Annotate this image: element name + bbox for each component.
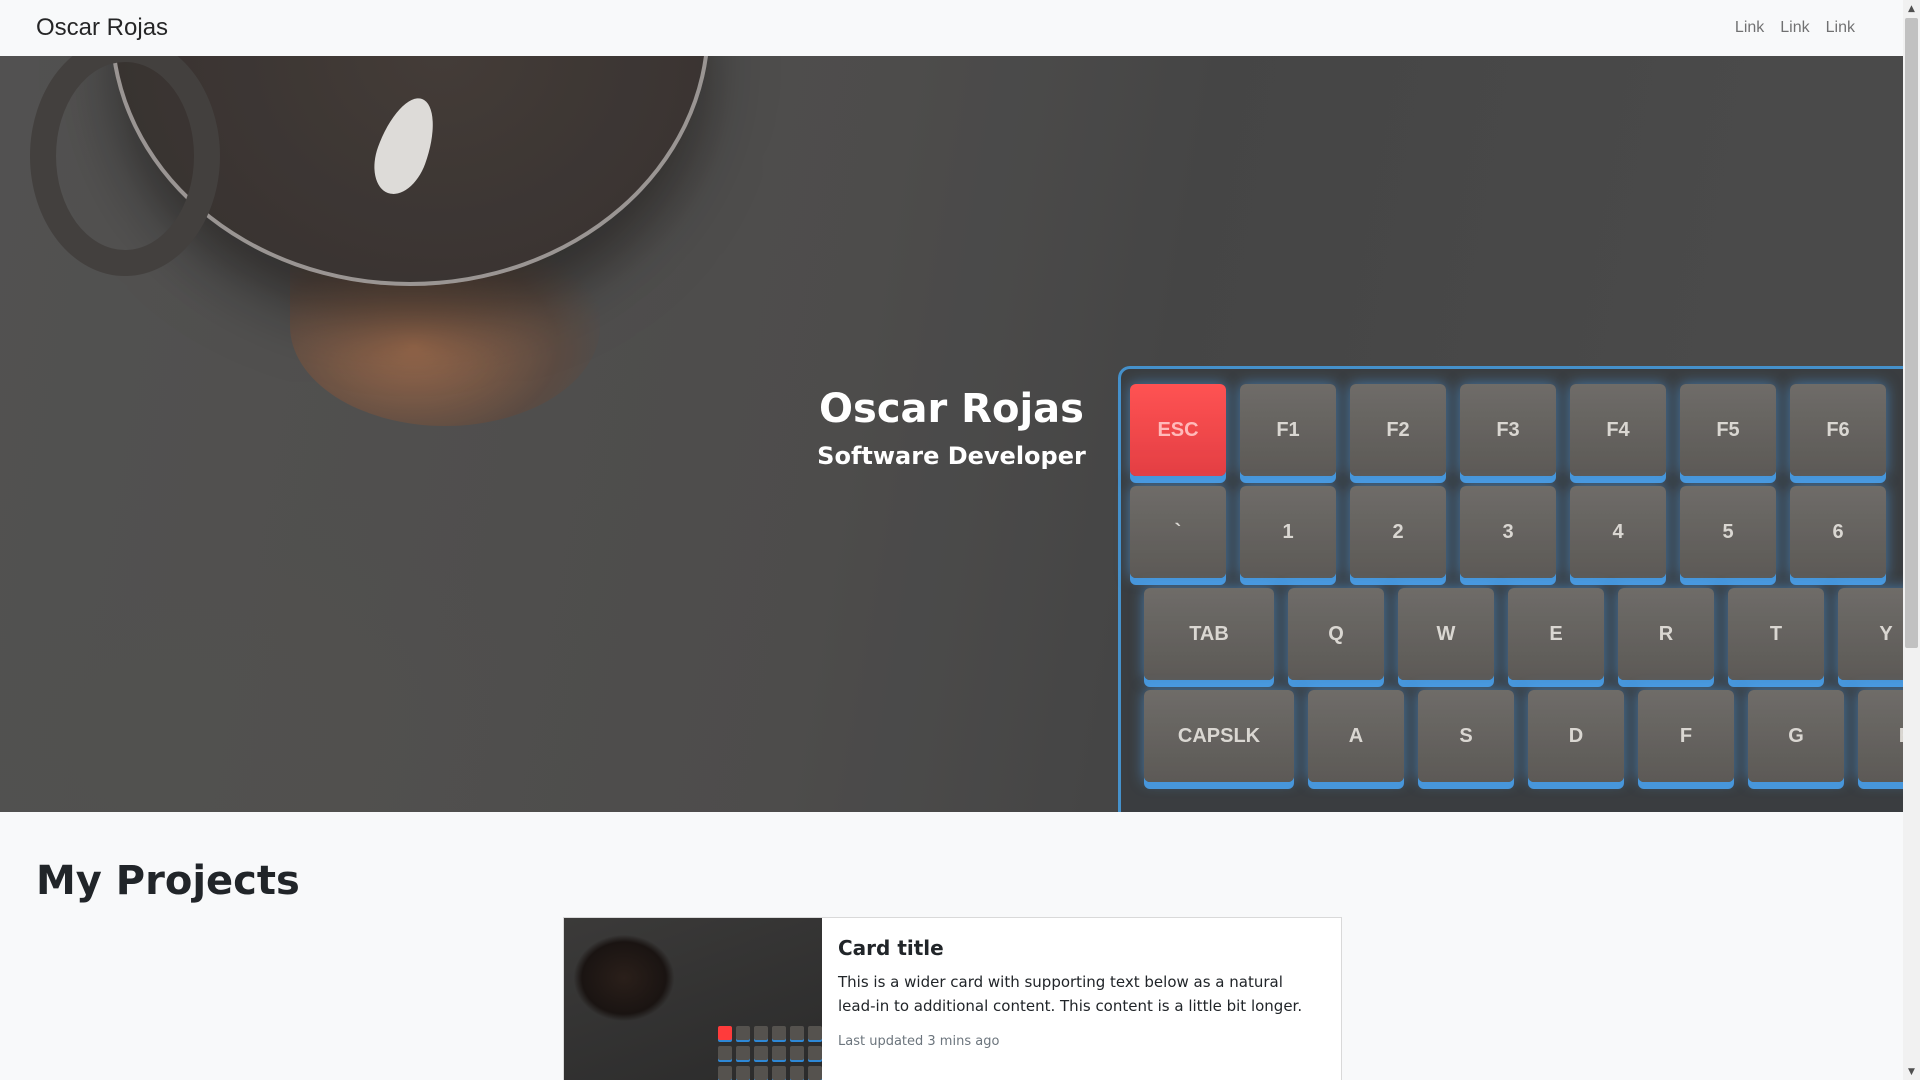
thumbnail-key	[808, 1046, 822, 1060]
thumbnail-key	[718, 1046, 732, 1060]
scroll-up-arrow-icon[interactable]: ▲	[1903, 0, 1920, 17]
thumbnail-key	[736, 1046, 750, 1060]
thumbnail-key	[736, 1026, 750, 1040]
projects-heading: My Projects	[36, 858, 300, 904]
scroll-down-arrow-icon[interactable]: ▼	[1903, 1063, 1920, 1080]
scrollbar-thumb[interactable]	[1905, 18, 1918, 648]
navbar: Oscar Rojas Link Link Link	[24, 0, 1879, 56]
card-title: Card title	[838, 936, 944, 960]
thumbnail-key	[736, 1066, 750, 1080]
thumbnail-key	[808, 1026, 822, 1040]
card-body: Card title This is a wider card with sup…	[822, 918, 1341, 1080]
hero-subtitle: Software Developer	[817, 442, 1086, 470]
card-updated-timestamp: Last updated 3 mins ago	[838, 1034, 1000, 1049]
thumbnail-key	[754, 1026, 768, 1040]
nav-link-2[interactable]: Link	[1780, 19, 1809, 37]
thumbnail-key	[772, 1066, 786, 1080]
card-thumbnail-image	[564, 918, 822, 1080]
thumbnail-key	[790, 1046, 804, 1060]
thumbnail-key	[718, 1066, 732, 1080]
thumbnail-esc-key	[718, 1026, 732, 1040]
project-card[interactable]: Card title This is a wider card with sup…	[563, 917, 1342, 1080]
nav-link-1[interactable]: Link	[1735, 19, 1764, 37]
hero-banner: ESC F1 F2 F3 F4 F5 F6 ` 1 2 3 4 5 6 TAB …	[0, 56, 1903, 812]
thumbnail-key	[790, 1066, 804, 1080]
thumbnail-key	[772, 1046, 786, 1060]
nav-links: Link Link Link	[1735, 19, 1855, 37]
thumbnail-key	[790, 1026, 804, 1040]
navbar-brand[interactable]: Oscar Rojas	[36, 14, 168, 42]
thumbnail-key	[754, 1046, 768, 1060]
thumbnail-key	[808, 1066, 822, 1080]
thumbnail-key	[754, 1066, 768, 1080]
thumbnail-key	[772, 1026, 786, 1040]
vertical-scrollbar[interactable]: ▲ ▼	[1903, 0, 1920, 1080]
nav-link-3[interactable]: Link	[1826, 19, 1855, 37]
hero-title: Oscar Rojas	[819, 386, 1084, 432]
hero-overlay	[0, 56, 1903, 812]
card-text: This is a wider card with supporting tex…	[838, 973, 1303, 1015]
